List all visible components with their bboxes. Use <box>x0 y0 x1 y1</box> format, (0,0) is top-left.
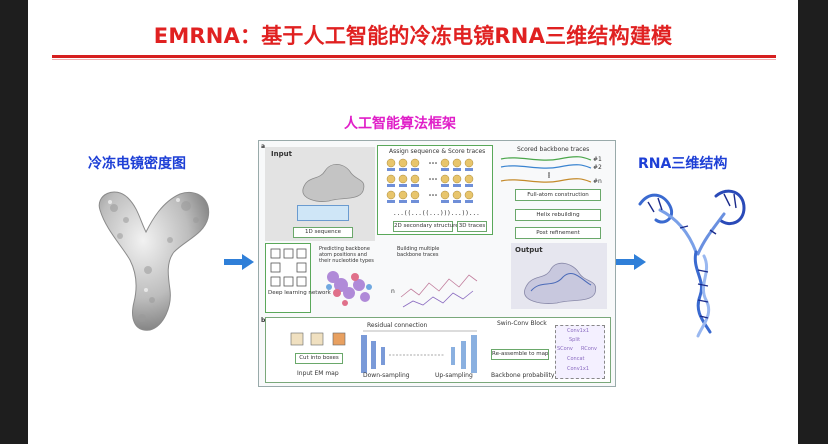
em-cubes-icon <box>290 332 346 346</box>
sequence-1d-tag: 1D sequence <box>293 227 353 238</box>
input-em-label: Input EM map <box>297 370 339 377</box>
full-atom-step: Full-atom construction <box>515 189 601 201</box>
traces-3d-tag: 3D traces <box>457 221 487 232</box>
swin-item-5: Concat <box>567 356 585 362</box>
up-sampling-label: Up-sampling <box>435 372 473 379</box>
swin-block-label: Swin-Conv Block <box>497 320 547 327</box>
input-density-image <box>302 164 365 202</box>
secondary-2d-tag: 2D secondary structure <box>393 221 459 232</box>
panel-a-letter: a <box>261 143 266 150</box>
building-label: Building multiple backbone traces <box>397 246 440 258</box>
title-underline <box>52 55 776 58</box>
trace-2-label: #2 <box>593 164 602 171</box>
unet-diagram <box>361 330 477 373</box>
scored-title: Scored backbone traces <box>517 146 590 153</box>
assign-title: Assign sequence & Score traces <box>389 148 486 155</box>
cut-boxes-tag: Cut into boxes <box>295 353 343 364</box>
swin-item-4: RConv <box>581 346 597 352</box>
left-letterbox <box>0 0 28 444</box>
density-map-label: 冷冻电镜密度图 <box>88 156 186 172</box>
rna-structure-label: RNA三维结构 <box>638 156 728 172</box>
down-sampling-label: Down-sampling <box>363 372 410 379</box>
n-label: n <box>391 288 395 295</box>
backbone-traces-image <box>400 274 478 308</box>
network-diagram <box>270 248 307 287</box>
post-step: Post refinement <box>515 227 601 239</box>
panel-b-letter: b <box>261 317 266 324</box>
density-map-image <box>98 191 210 331</box>
rna-structure-image <box>638 189 746 338</box>
output-structure-image <box>524 262 597 304</box>
scored-traces <box>500 156 592 183</box>
predicting-label: Predicting backbone atom positions and t… <box>319 246 374 264</box>
trace-1-label: #1 <box>593 156 602 163</box>
swin-item-1: Conv1x1 <box>567 328 589 334</box>
secondary-dotbracket: ...((...((...)))...))... <box>393 210 480 217</box>
output-label: Output <box>515 246 543 254</box>
input-label: Input <box>271 150 292 158</box>
framework-figure: a Input 1D sequence Assign sequence & Sc… <box>258 140 616 387</box>
arrow-right-icon <box>224 254 254 270</box>
framework-label: 人工智能算法框架 <box>344 116 456 132</box>
swin-item-2: Split <box>569 337 581 343</box>
slide: EMRNA：基于人工智能的冷冻电镜RNA三维结构建模 冷冻电镜密度图 人工智能算… <box>28 0 798 444</box>
reassemble-tag: Re-assemble to map <box>491 349 549 360</box>
slide-title: EMRNA：基于人工智能的冷冻电镜RNA三维结构建模 <box>153 24 673 48</box>
predicted-atoms-image <box>326 271 372 306</box>
helix-step: Helix rebuilding <box>515 209 601 221</box>
swin-item-3: SConv <box>557 346 573 352</box>
right-letterbox <box>798 0 828 444</box>
swin-item-6: Conv1x1 <box>567 366 589 372</box>
title-underline-shadow <box>52 59 776 60</box>
sequence-bars <box>297 205 349 221</box>
trace-n-label: #n <box>593 178 602 185</box>
score-grid <box>386 158 474 203</box>
